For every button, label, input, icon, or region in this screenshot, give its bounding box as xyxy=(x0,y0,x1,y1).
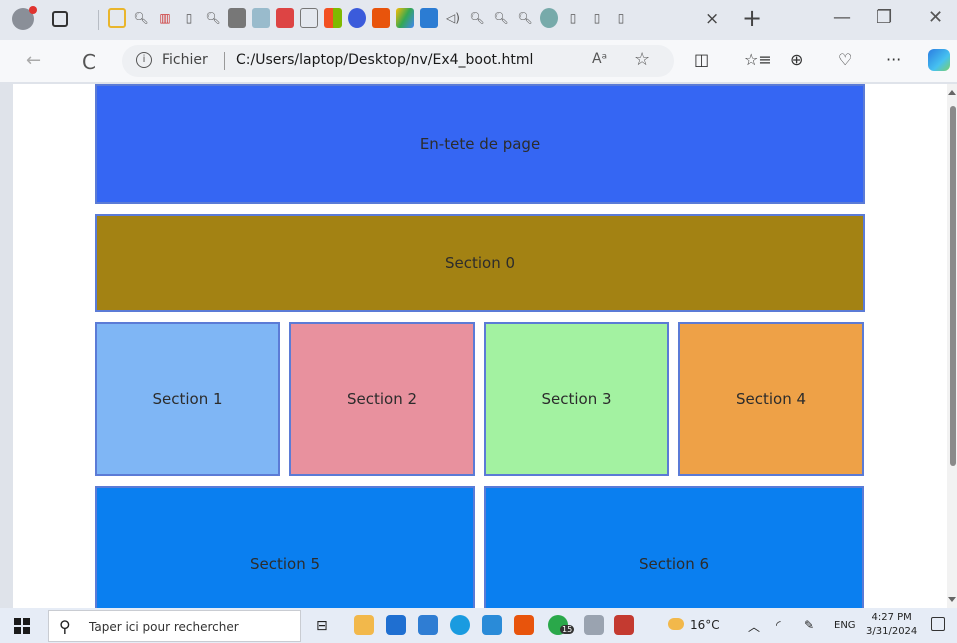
scheme-label: Fichier xyxy=(162,52,208,68)
read-aloud-icon[interactable]: Aᵃ xyxy=(592,51,607,67)
collections-icon[interactable]: ⊕ xyxy=(790,50,803,69)
tab-divider xyxy=(98,10,99,30)
url-text[interactable]: C:/Users/laptop/Desktop/nv/Ex4_boot.html xyxy=(236,52,533,68)
profile-avatar-icon[interactable] xyxy=(12,6,37,30)
address-bar[interactable]: i Fichier C:/Users/laptop/Desktop/nv/Ex4… xyxy=(122,45,674,77)
site-info-icon[interactable]: i xyxy=(136,52,152,68)
whatsapp-icon[interactable]: 15 xyxy=(548,615,575,635)
tab-icon-window[interactable] xyxy=(300,8,318,28)
tab-icon-search-5[interactable]: 🔍︎ xyxy=(516,8,534,28)
tab-icon-app-2[interactable] xyxy=(348,8,366,28)
network-icon[interactable]: ◜ xyxy=(776,618,781,632)
tab-close-icon[interactable]: × xyxy=(705,9,719,29)
page-header: En-tete de page xyxy=(95,84,865,204)
clock-time: 4:27 PM xyxy=(871,612,912,623)
notification-icon[interactable] xyxy=(931,617,945,631)
tab-icon-microsoft[interactable] xyxy=(324,8,342,28)
tab-icon-word[interactable] xyxy=(420,8,438,28)
search-placeholder: Taper ici pour rechercher xyxy=(89,620,239,634)
windows-taskbar: ⚲ Taper ici pour rechercher ⊟ 15 16°C ︿ … xyxy=(0,608,957,643)
tab-icon-page-3[interactable]: ▯ xyxy=(588,8,606,28)
tab-icon-audio[interactable]: ◁) xyxy=(444,8,462,28)
search-icon: ⚲ xyxy=(59,617,71,636)
tab-icon-search-2[interactable]: 🔍︎ xyxy=(204,8,222,28)
tab-icon-search[interactable]: 🔍︎ xyxy=(132,8,150,28)
restore-button[interactable]: ❐ xyxy=(876,7,892,28)
close-window-button[interactable]: ✕ xyxy=(928,7,943,28)
tab-strip: 🔍︎ ▥ ▯ 🔍︎ ◁) 🔍︎ 🔍︎ 🔍︎ ▯ ▯ ▯ × + — ❐ ✕ xyxy=(0,0,957,40)
section-0: Section 0 xyxy=(95,214,865,312)
split-screen-icon[interactable]: ◫ xyxy=(694,50,709,69)
taskbar-search-box[interactable]: ⚲ Taper ici pour rechercher xyxy=(48,610,301,642)
vertical-scrollbar[interactable] xyxy=(947,84,957,608)
xampp-icon[interactable] xyxy=(514,615,534,635)
vscode-icon[interactable] xyxy=(482,615,502,635)
pen-icon[interactable]: ✎ xyxy=(804,618,814,632)
task-view-icon[interactable]: ⊟ xyxy=(316,618,328,634)
pdf-app-icon[interactable] xyxy=(614,615,634,635)
section-2: Section 2 xyxy=(289,322,475,476)
file-explorer-icon[interactable] xyxy=(354,615,374,635)
tab-icon-app[interactable] xyxy=(252,8,270,28)
browser-health-icon[interactable]: ♡ xyxy=(838,50,852,69)
more-menu-button[interactable]: ··· xyxy=(886,50,901,69)
new-tab-button[interactable]: + xyxy=(742,4,762,32)
mail-icon[interactable] xyxy=(386,615,406,635)
tab-icon-page-active[interactable]: ▯ xyxy=(612,8,630,28)
tab-icon-pdf-2[interactable] xyxy=(276,8,294,28)
back-button[interactable]: ← xyxy=(26,50,41,71)
app-icon[interactable] xyxy=(584,615,604,635)
minimize-button[interactable]: — xyxy=(833,7,851,28)
scroll-down-icon[interactable] xyxy=(948,597,956,602)
section-4: Section 4 xyxy=(678,322,864,476)
tab-icon-page-2[interactable]: ▯ xyxy=(564,8,582,28)
weather-temperature[interactable]: 16°C xyxy=(690,618,720,632)
tab-icon-search-4[interactable]: 🔍︎ xyxy=(492,8,510,28)
scroll-thumb[interactable] xyxy=(950,106,956,466)
edge-icon[interactable] xyxy=(450,615,470,635)
tray-chevron-icon[interactable]: ︿ xyxy=(748,618,760,635)
tab-icon-pdf[interactable]: ▥ xyxy=(156,8,174,28)
address-divider xyxy=(224,52,225,70)
store-icon[interactable] xyxy=(418,615,438,635)
section-3: Section 3 xyxy=(484,322,669,476)
tab-icon-search-3[interactable]: 🔍︎ xyxy=(468,8,486,28)
pinned-tabs: 🔍︎ ▥ ▯ 🔍︎ ◁) 🔍︎ 🔍︎ 🔍︎ ▯ ▯ ▯ xyxy=(108,8,630,28)
section-5: Section 5 xyxy=(95,486,475,608)
section-1: Section 1 xyxy=(95,322,280,476)
favorites-icon[interactable]: ☆≡ xyxy=(744,50,772,69)
section-6: Section 6 xyxy=(484,486,864,608)
copilot-icon[interactable] xyxy=(928,49,950,71)
scroll-up-icon[interactable] xyxy=(948,90,956,95)
tab-icon-app-3[interactable] xyxy=(372,8,390,28)
tab-actions-icon[interactable] xyxy=(52,11,68,27)
favorite-star-icon[interactable]: ☆ xyxy=(634,49,650,70)
windows-start-icon[interactable] xyxy=(14,618,30,634)
weather-icon[interactable] xyxy=(668,618,684,630)
language-indicator[interactable]: ENG xyxy=(834,620,856,631)
tab-icon-chatgpt[interactable] xyxy=(228,8,246,28)
refresh-button[interactable]: C xyxy=(82,50,96,74)
tab-icon-page[interactable]: ▯ xyxy=(180,8,198,28)
page-viewport: En-tete de page Section 0 Section 1 Sect… xyxy=(13,84,947,608)
whatsapp-badge: 15 xyxy=(560,625,575,634)
navigation-bar: ← C i Fichier C:/Users/laptop/Desktop/nv… xyxy=(0,40,957,82)
tab-icon-slides[interactable] xyxy=(108,8,126,28)
tab-icon-app-4[interactable] xyxy=(540,8,558,28)
tab-icon-drive[interactable] xyxy=(396,8,414,28)
clock[interactable]: 4:27 PM 3/31/2024 xyxy=(866,611,917,639)
clock-date: 3/31/2024 xyxy=(866,626,918,637)
